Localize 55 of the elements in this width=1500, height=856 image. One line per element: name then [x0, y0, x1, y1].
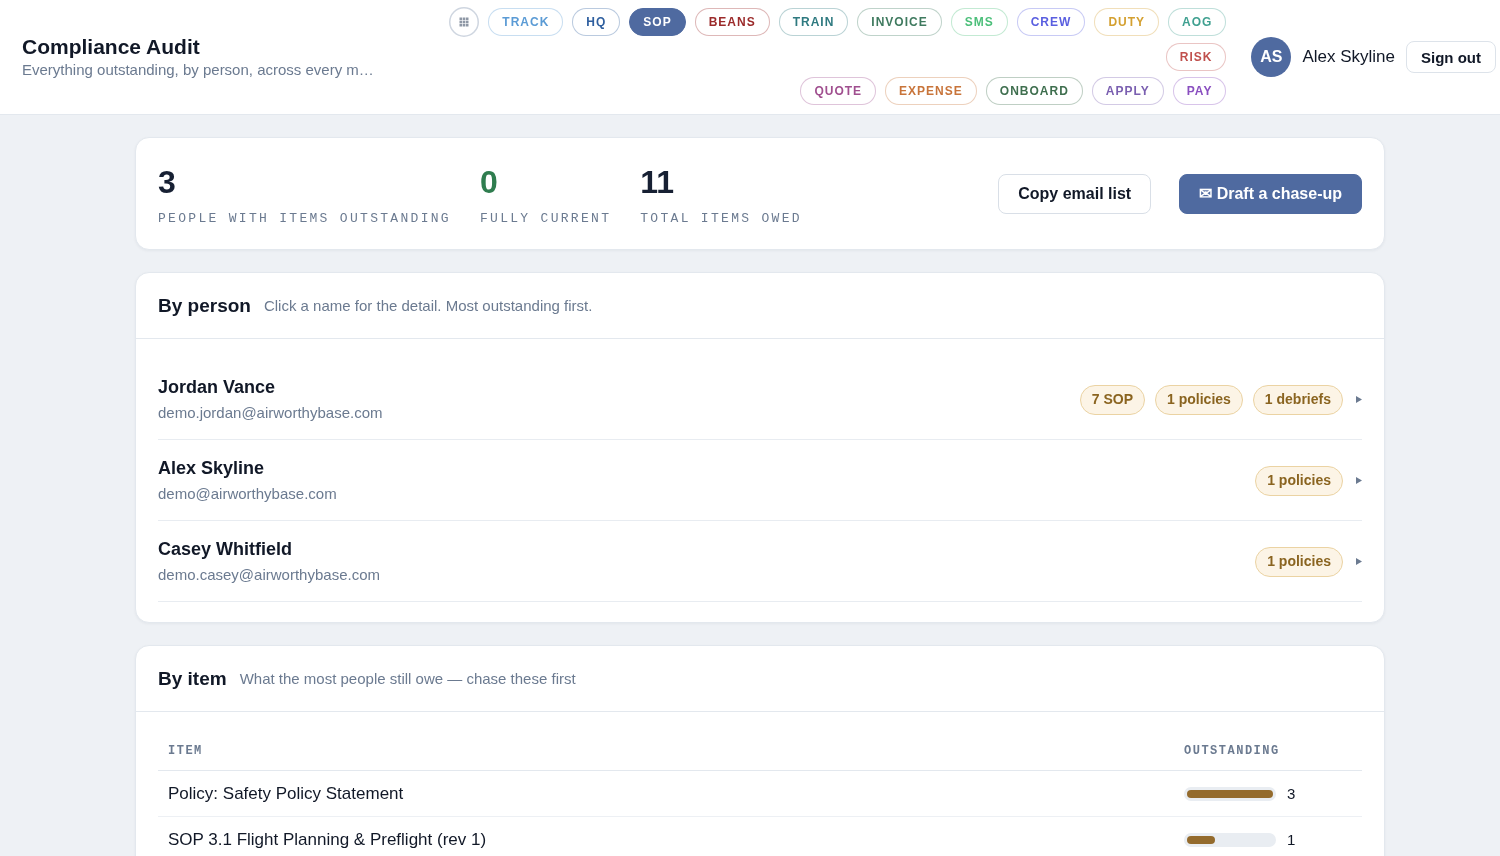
- nav-tab[interactable]: BEANS: [694, 8, 770, 36]
- count-badge: 1 policies: [1155, 384, 1243, 415]
- item-name: Policy: Safety Policy Statement: [168, 783, 404, 803]
- nav-tab[interactable]: EXPENSE: [885, 77, 977, 105]
- section-title: By item: [158, 667, 227, 690]
- nav-tab[interactable]: ONBOARD: [985, 77, 1083, 105]
- nav-tab[interactable]: CREW: [1016, 8, 1086, 36]
- person-email: demo.casey@airworthybase.com: [158, 565, 380, 585]
- stat-value: 3: [158, 163, 177, 200]
- person-email: demo@airworthybase.com: [158, 484, 337, 504]
- stat-label: TOTAL ITEMS OWED: [640, 209, 802, 228]
- nav-tab[interactable]: PAY: [1172, 77, 1227, 105]
- count-badge: 7 SOP: [1079, 384, 1146, 415]
- nav-tab[interactable]: INVOICE: [857, 8, 942, 36]
- person-row[interactable]: Alex Skyline demo@airworthybase.com 1 policies: [158, 440, 1362, 521]
- stat-label: FULLY CURRENT: [479, 209, 612, 228]
- person-row[interactable]: Jordan Vance demo.jordan@airworthybase.com 7 SOP 1 policies 1 debriefs: [158, 359, 1362, 440]
- outstanding-count: 1: [1287, 831, 1296, 848]
- nav-tab[interactable]: TRACK: [488, 8, 564, 36]
- stat-value: 0: [479, 163, 499, 200]
- nav-tab[interactable]: AOG: [1168, 8, 1227, 36]
- person-name: Jordan Vance: [158, 376, 277, 399]
- caret-icon: [1356, 558, 1362, 565]
- count-badge: 1 policies: [1255, 465, 1343, 496]
- person-name: Casey Whitfield: [158, 538, 294, 561]
- column-header: ITEM: [168, 744, 203, 758]
- person-name: Alex Skyline: [158, 457, 266, 480]
- stat-value: 11: [640, 163, 676, 200]
- page-title: Compliance Audit: [22, 34, 201, 60]
- caret-icon: [1356, 477, 1362, 484]
- copy-email-button[interactable]: Copy email list: [998, 173, 1152, 214]
- person-row[interactable]: Casey Whitfield demo.casey@airworthybase.com 1 policies: [158, 521, 1362, 602]
- nav-tab[interactable]: QUOTE: [800, 77, 877, 105]
- section-hint: Click a name for the detail. Most outstanding first.: [263, 297, 593, 314]
- column-header: OUTSTANDING: [1184, 744, 1280, 758]
- page-subtitle: Everything outstanding, by person, across every m…: [22, 60, 375, 80]
- count-badge: 1 policies: [1255, 546, 1343, 577]
- person-email: demo.jordan@airworthybase.com: [158, 403, 383, 423]
- nav-tab[interactable]: HQ: [572, 8, 621, 36]
- nav-tab[interactable]: APPLY: [1091, 77, 1164, 105]
- nav-tab[interactable]: RISK: [1165, 43, 1227, 71]
- sign-out-button[interactable]: Sign out: [1406, 41, 1496, 73]
- count-badge: 1 debriefs: [1252, 384, 1343, 415]
- nav-tab[interactable]: TRAIN: [778, 8, 849, 36]
- draft-chase-up-button[interactable]: ✉ Draft a chase-up: [1179, 173, 1362, 214]
- user-name: Alex Skyline: [1302, 47, 1395, 67]
- nav-tab[interactable]: SOP: [629, 8, 686, 36]
- caret-icon: [1356, 396, 1362, 403]
- user-avatar: AS: [1251, 37, 1292, 77]
- outstanding-count: 3: [1287, 785, 1296, 802]
- item-name: SOP 3.1 Flight Planning & Preflight (rev 1): [168, 829, 487, 849]
- section-hint: What the most people still owe — chase these first: [239, 670, 576, 687]
- section-title: By person: [158, 294, 251, 317]
- grid-icon[interactable]: [449, 7, 480, 37]
- stat-label: PEOPLE WITH ITEMS OUTSTANDING: [158, 209, 451, 228]
